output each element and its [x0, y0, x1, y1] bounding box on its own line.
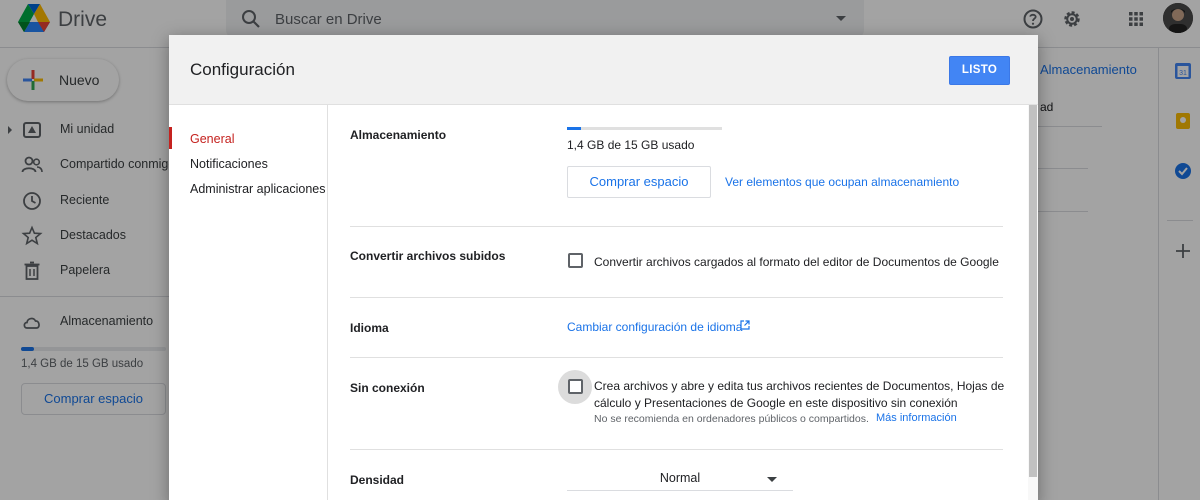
- language-section-label: Idioma: [350, 321, 389, 335]
- buy-storage-button[interactable]: Comprar espacio: [567, 166, 711, 198]
- dialog-title: Configuración: [190, 60, 295, 79]
- scrollbar-thumb[interactable]: [1029, 105, 1037, 477]
- convert-option-text: Convertir archivos cargados al formato d…: [594, 255, 999, 269]
- settings-dialog: Configuración LISTO General Notificacion…: [169, 35, 1038, 500]
- density-select[interactable]: Normal: [567, 469, 793, 491]
- offline-option-line-1: Crea archivos y abre y edita tus archivo…: [594, 379, 1005, 393]
- dropdown-arrow-icon: [767, 477, 777, 482]
- section-divider: [350, 357, 1003, 358]
- settings-content: Almacenamiento 1,4 GB de 15 GB usado Com…: [329, 105, 1029, 500]
- section-divider: [350, 226, 1003, 227]
- nav-general[interactable]: General: [190, 132, 234, 146]
- done-button[interactable]: LISTO: [949, 56, 1010, 85]
- learn-more-link[interactable]: Más información: [876, 412, 957, 424]
- settings-nav: General Notificaciones Administrar aplic…: [169, 105, 328, 500]
- storage-section-label: Almacenamiento: [350, 128, 447, 142]
- storage-used-text: 1,4 GB de 15 GB usado: [567, 138, 695, 152]
- offline-checkbox[interactable]: [568, 379, 583, 394]
- active-marker: [169, 127, 172, 149]
- nav-manage-apps[interactable]: Administrar aplicaciones: [190, 182, 325, 196]
- open-in-new-icon[interactable]: [740, 320, 750, 330]
- change-language-link[interactable]: Cambiar configuración de idioma: [567, 320, 742, 334]
- convert-section-label: Convertir archivos subidos: [350, 249, 506, 263]
- dialog-header: Configuración LISTO: [169, 35, 1038, 105]
- storage-progress-bar: [567, 127, 722, 130]
- section-divider: [350, 449, 1003, 450]
- offline-note: No se recomienda en ordenadores públicos…: [594, 413, 869, 425]
- offline-option-line-2: cálculo y Presentaciones de Google en es…: [594, 396, 958, 410]
- density-section-label: Densidad: [350, 473, 405, 487]
- section-divider: [350, 297, 1003, 298]
- convert-checkbox[interactable]: [568, 253, 583, 268]
- view-storage-items-link[interactable]: Ver elementos que ocupan almacenamiento: [725, 175, 959, 189]
- nav-notifications[interactable]: Notificaciones: [190, 157, 268, 171]
- density-value: Normal: [659, 471, 701, 485]
- offline-section-label: Sin conexión: [350, 381, 425, 395]
- storage-progress-fill: [567, 127, 582, 130]
